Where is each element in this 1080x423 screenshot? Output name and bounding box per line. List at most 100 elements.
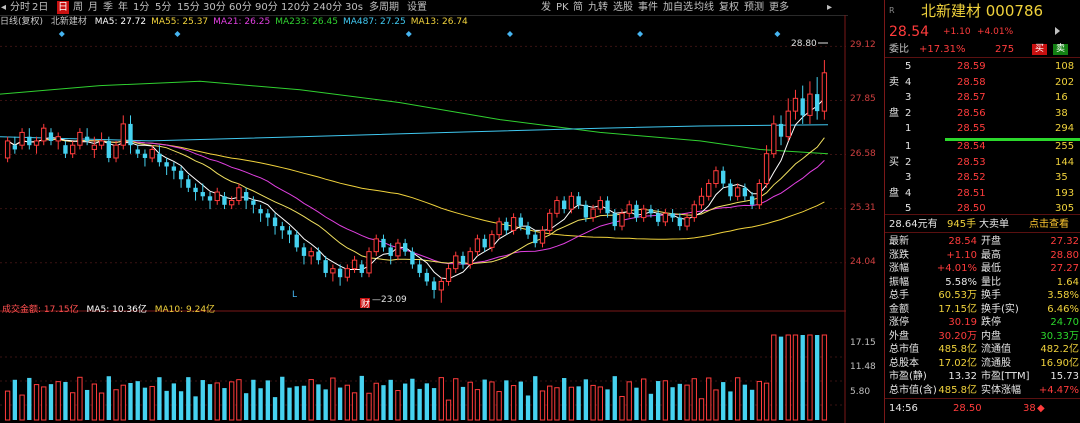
toolbar-button[interactable]: PK [555, 1, 570, 14]
volume-bar [417, 388, 422, 420]
buy-button[interactable]: 买 [1032, 44, 1048, 55]
price-tick-label: 29.12 [850, 40, 876, 51]
period-tab[interactable]: 30分 [202, 1, 227, 14]
candle-body [214, 191, 220, 202]
candle-body [222, 196, 227, 205]
expand-icon[interactable] [1055, 27, 1060, 35]
toolbar-button[interactable]: 预测 [743, 1, 765, 14]
toolbar-button[interactable]: 均线 [693, 1, 715, 14]
period-tab[interactable]: 日 [57, 1, 69, 14]
quote-panel: R 北新建材 000786 28.54 +1.10 +4.01% 委比 +17.… [884, 0, 1080, 423]
toolbar-button[interactable]: 加自选 [662, 1, 694, 14]
sell-button[interactable]: 卖 [1053, 44, 1069, 55]
volume-bar [460, 386, 466, 420]
event-marker-icon[interactable] [506, 31, 513, 37]
volume-bar [547, 385, 553, 421]
period-tab[interactable]: 多周期 [368, 1, 400, 14]
buy-level-row[interactable]: 3 28.52 35 [885, 171, 1080, 184]
period-tab[interactable]: 分时 [9, 1, 31, 14]
volume-bar [251, 379, 256, 420]
candle-body [626, 204, 632, 214]
sell-level-row[interactable]: 5 28.59 108 [885, 60, 1080, 73]
volume-bar [641, 378, 647, 421]
candle-body [301, 247, 307, 256]
candle-body [366, 251, 372, 274]
sell-level-row[interactable]: 4 28.58 202 卖 [885, 76, 1080, 89]
volume-bar [193, 396, 198, 420]
volume-bar [149, 385, 155, 421]
buy-level-row[interactable]: 1 28.54 255 [885, 140, 1080, 153]
volume-bar [381, 385, 386, 420]
event-marker-icon[interactable] [637, 31, 644, 37]
bigorder-row: 28.64元有 945手 大卖单 点击查看 [885, 218, 1080, 231]
period-tab[interactable]: 年 [117, 1, 129, 14]
toolbar-button[interactable]: 发 [540, 1, 552, 14]
volume-bar [807, 334, 813, 421]
bigorder-link[interactable]: 点击查看 [1029, 218, 1069, 231]
stat-value: 27.27 [1050, 263, 1079, 274]
volume-bar [445, 399, 452, 421]
period-tab[interactable]: 1分 [132, 1, 150, 14]
toolbar-button[interactable]: 选股 [612, 1, 634, 14]
volume-bar [373, 382, 379, 421]
toolbar-button[interactable]: 事件 [637, 1, 659, 14]
next-arrow-icon[interactable]: ▸ [826, 1, 833, 14]
event-marker-icon[interactable] [774, 31, 781, 37]
toolbar-button[interactable]: 简 [572, 1, 584, 14]
candle-body [395, 242, 401, 257]
event-marker-icon[interactable] [405, 31, 412, 37]
volume-bar [504, 380, 509, 420]
volume-bar [157, 377, 162, 420]
candle-body [373, 238, 379, 253]
toolbar-button[interactable]: 更多 [768, 1, 790, 14]
candle-body [785, 110, 791, 138]
sell-level-row[interactable]: 3 28.57 16 [885, 91, 1080, 104]
volume-legend: 成交金额: 17.15亿 MA5: 10.36亿 MA10: 9.24亿 [2, 304, 220, 317]
period-tab[interactable]: 2日 [31, 1, 49, 14]
stock-code-name: 北新建材 000786 [921, 2, 1044, 20]
candle-body [91, 144, 98, 150]
prev-arrow-icon[interactable]: ◂ [0, 1, 7, 14]
period-tab[interactable]: 60分 [228, 1, 253, 14]
stat-value: 30.19 [948, 317, 977, 328]
period-tab[interactable]: 90分 [254, 1, 279, 14]
period-tab[interactable]: 月 [87, 1, 99, 14]
buy-level-row[interactable]: 2 28.53 144 买 [885, 156, 1080, 169]
event-marker-icon[interactable] [174, 31, 181, 37]
period-tab[interactable]: 设置 [406, 1, 428, 14]
candle-body [482, 238, 487, 248]
volume-bar [742, 384, 748, 420]
period-tab[interactable]: 5分 [154, 1, 172, 14]
sell-level-row[interactable]: 2 28.56 38 盘 [885, 107, 1080, 120]
stat-value: 60.53万 [938, 290, 977, 301]
volume-bar [677, 383, 682, 420]
event-marker-icon[interactable] [58, 31, 65, 37]
toolbar-button[interactable]: 九转 [587, 1, 609, 14]
stat-value: 5.58% [945, 276, 977, 288]
candle-body [344, 268, 351, 278]
candle-body [778, 123, 784, 137]
volume-bar [424, 383, 430, 420]
candle-body [749, 196, 755, 205]
volume-bar [236, 379, 242, 421]
period-tab[interactable]: 30s [344, 1, 364, 14]
volume-bar [655, 381, 661, 420]
period-tab[interactable]: 240分 [312, 1, 343, 14]
period-tab[interactable]: 120分 [280, 1, 311, 14]
toolbar-button[interactable]: 复权 [718, 1, 740, 14]
high-price-label: 28.80 [791, 39, 817, 49]
candle-body [438, 280, 444, 291]
candle-body [113, 144, 119, 159]
volume-bar [265, 380, 270, 420]
sell-side-char: 盘 [889, 107, 899, 119]
period-tab[interactable]: 15分 [176, 1, 201, 14]
level-index: 3 [905, 92, 912, 103]
period-tab[interactable]: 周 [72, 1, 84, 14]
stat-label: 总市值 [889, 344, 919, 355]
period-tab[interactable]: 季 [102, 1, 114, 14]
level-volume: 255 [1055, 141, 1075, 152]
stat-value: 13.32 [948, 371, 977, 382]
volume-bar [128, 382, 133, 420]
sell-level-row[interactable]: 1 28.55 294 [885, 122, 1080, 135]
buy-level-row[interactable]: 4 28.51 193 盘 [885, 187, 1080, 200]
